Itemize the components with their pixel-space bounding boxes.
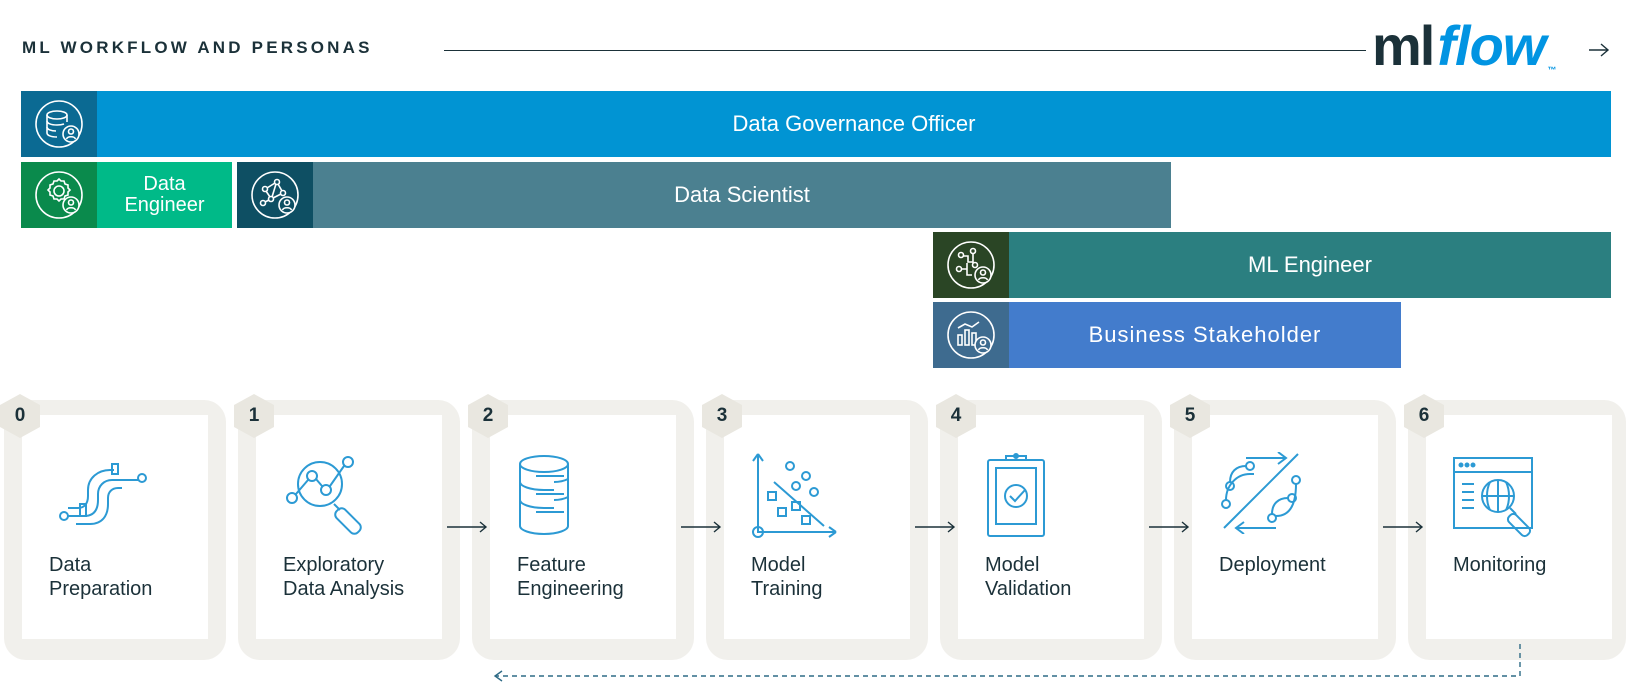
flow-arrow-icon — [447, 521, 488, 533]
step-label-line2: Preparation — [49, 578, 153, 600]
flow-arrow-icon — [681, 521, 722, 533]
step-label-line1: Model — [985, 554, 1040, 576]
step-label-line1: Exploratory — [283, 554, 385, 576]
circuit-user-icon — [947, 241, 995, 289]
pipes-icon — [59, 463, 147, 525]
persona-label: Data Engineer — [97, 162, 232, 228]
scatter-plot-icon — [752, 453, 837, 538]
persona-icon-box — [933, 232, 1009, 298]
monitor-browser-icon — [1453, 457, 1533, 538]
mlflow-logo: ml flow ™ — [1372, 6, 1556, 86]
arrow-right-icon — [1589, 43, 1610, 57]
persona-label: ML Engineer — [1009, 232, 1611, 298]
persona-icon-box — [21, 91, 97, 157]
page-title: ML WORKFLOW AND PERSONAS — [22, 38, 373, 57]
step-label-line2: Validation — [985, 578, 1072, 600]
step-label-line1: Feature — [517, 554, 586, 576]
persona-ml-engineer: ML Engineer — [933, 232, 1611, 298]
governance-icon — [35, 100, 83, 148]
step-label-line2: Engineering — [517, 578, 624, 600]
step-label-line2: Training — [751, 578, 823, 600]
deploy-arrows-icon — [1221, 452, 1301, 534]
database-icon — [519, 455, 569, 536]
flow-arrow-icon — [1149, 521, 1190, 533]
persona-label: Business Stakeholder — [1009, 302, 1401, 368]
persona-data-scientist: Data Scientist — [237, 162, 1171, 228]
logo-ml: ml — [1372, 14, 1435, 77]
step-label-line1: Monitoring — [1453, 554, 1547, 576]
persona-data-governance-officer: Data Governance Officer — [21, 91, 1611, 157]
step-label-line1: Data — [49, 554, 92, 576]
step-label-line1: Model — [751, 554, 806, 576]
feedback-loop-arrow — [493, 644, 1521, 682]
flow-arrow-icon — [915, 521, 956, 533]
persona-business-stakeholder: Business Stakeholder — [933, 302, 1401, 368]
step-label-line1: Deployment — [1219, 554, 1326, 576]
clipboard-check-icon — [987, 453, 1045, 537]
persona-icon-box — [237, 162, 313, 228]
persona-label: Data Scientist — [313, 162, 1171, 228]
logo-flow: flow — [1437, 14, 1546, 77]
magnifier-graph-icon — [286, 456, 362, 535]
persona-label: Data Governance Officer — [97, 91, 1611, 157]
chart-user-icon — [947, 311, 995, 359]
persona-icon-box — [933, 302, 1009, 368]
persona-data-engineer: Data Engineer — [21, 162, 232, 228]
gear-user-icon — [35, 171, 83, 219]
network-user-icon — [251, 171, 299, 219]
flow-arrow-icon — [1383, 521, 1424, 533]
step-label-line2: Data Analysis — [283, 578, 405, 600]
persona-icon-box — [21, 162, 97, 228]
header-divider — [444, 50, 1366, 51]
